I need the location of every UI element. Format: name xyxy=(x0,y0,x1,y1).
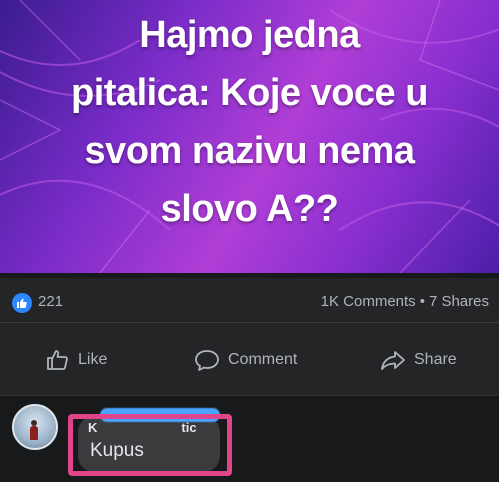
shares-count[interactable]: 7 Shares xyxy=(429,293,489,310)
headline-line: svom nazivu nema xyxy=(84,130,415,172)
like-label: Like xyxy=(78,351,108,368)
comment-button[interactable]: Comment xyxy=(194,347,297,373)
share-label: Share xyxy=(414,351,457,368)
reactions-bar: 221 1K Comments • 7 Shares xyxy=(0,278,499,323)
headline-line: Hajmo jedna xyxy=(139,14,360,56)
headline-line: pitalica: Koje voce u xyxy=(71,72,428,114)
share-arrow-icon xyxy=(381,351,405,370)
separator-dot: • xyxy=(419,293,425,310)
reaction-count[interactable]: 221 xyxy=(38,293,63,310)
comment-label: Comment xyxy=(228,351,298,368)
like-button[interactable]: Like xyxy=(46,347,107,373)
avatar[interactable] xyxy=(12,404,58,450)
post-headline: Hajmo jedna pitalica: Koje voce u svom n… xyxy=(0,6,499,238)
comment-item: Ktic Kupus xyxy=(0,396,499,482)
post-actions: Like Comment Share xyxy=(0,323,499,396)
avatar-figure-body xyxy=(30,426,38,440)
thumbs-up-outline-icon xyxy=(47,350,68,370)
headline-line: slovo A?? xyxy=(160,188,339,230)
share-button[interactable]: Share xyxy=(380,347,457,373)
engagement-counts: 1K Comments • 7 Shares xyxy=(321,293,489,310)
comment-bubble-icon xyxy=(195,350,219,371)
comments-count[interactable]: 1K Comments xyxy=(321,293,416,310)
highlight-box xyxy=(68,414,232,476)
post-image[interactable]: Hajmo jedna pitalica: Koje voce u svom n… xyxy=(0,0,499,273)
thumbs-up-icon[interactable] xyxy=(12,293,32,313)
